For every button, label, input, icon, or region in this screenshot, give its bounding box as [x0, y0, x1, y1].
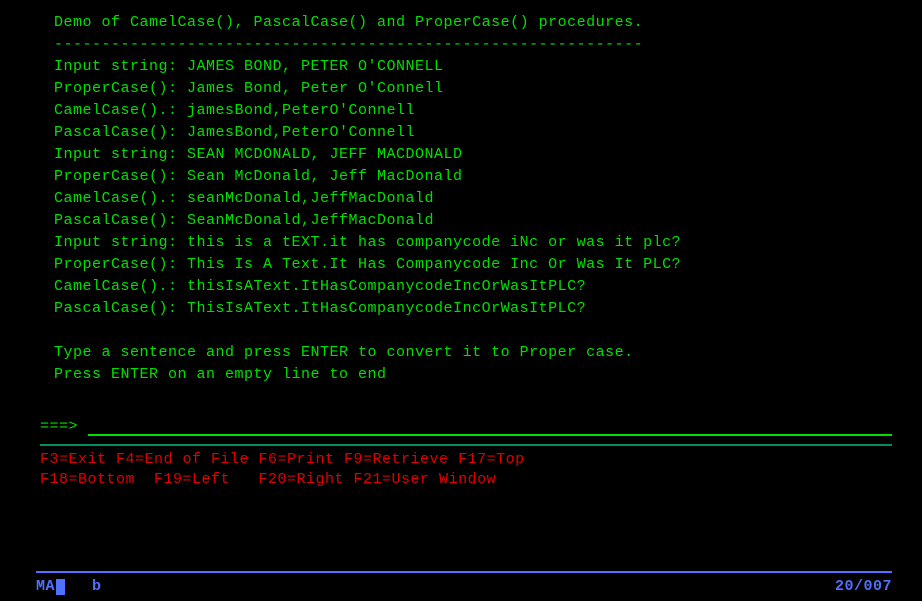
command-input[interactable] — [88, 416, 892, 436]
output-line: Input string: SEAN MCDONALD, JEFF MACDON… — [0, 144, 922, 166]
output-line: CamelCase().: thisIsAText.ItHasCompanyco… — [0, 276, 922, 298]
output-line: CamelCase().: jamesBond,PeterO'Connell — [0, 100, 922, 122]
output-line: Input string: this is a tEXT.it has comp… — [0, 232, 922, 254]
cursor-position: 20/007 — [835, 578, 892, 595]
output-line: ProperCase(): This Is A Text.It Has Comp… — [0, 254, 922, 276]
status-mode-text: MA — [36, 578, 55, 595]
output-line: Input string: JAMES BOND, PETER O'CONNEL… — [0, 56, 922, 78]
cursor-block-icon — [56, 579, 65, 595]
fkey-line: F18=Bottom F19=Left F20=Right F21=User W… — [0, 470, 922, 490]
output-line: PascalCase(): JamesBond,PeterO'Connell — [0, 122, 922, 144]
blank-line — [0, 320, 922, 342]
output-line: CamelCase().: seanMcDonald,JeffMacDonald — [0, 188, 922, 210]
title-line: Demo of CamelCase(), PascalCase() and Pr… — [0, 12, 922, 34]
command-prompt: ===> — [40, 418, 88, 435]
output-area: Demo of CamelCase(), PascalCase() and Pr… — [0, 0, 922, 386]
instruction-line: Type a sentence and press ENTER to conve… — [0, 342, 922, 364]
output-line: ProperCase(): James Bond, Peter O'Connel… — [0, 78, 922, 100]
divider-line: ----------------------------------------… — [0, 34, 922, 56]
terminal-screen: Demo of CamelCase(), PascalCase() and Pr… — [0, 0, 922, 601]
command-row: ===> — [0, 414, 922, 438]
fkey-line: F3=Exit F4=End of File F6=Print F9=Retri… — [0, 450, 922, 470]
status-indicator: b — [92, 578, 102, 595]
status-mode: MA — [36, 578, 66, 595]
output-line: ProperCase(): Sean McDonald, Jeff MacDon… — [0, 166, 922, 188]
instruction-line: Press ENTER on an empty line to end — [0, 364, 922, 386]
separator-line — [40, 444, 892, 446]
output-line: PascalCase(): ThisIsAText.ItHasCompanyco… — [0, 298, 922, 320]
blank-line — [0, 386, 922, 408]
output-line: PascalCase(): SeanMcDonald,JeffMacDonald — [0, 210, 922, 232]
status-bar: MA b 20/007 — [0, 578, 922, 595]
status-separator — [36, 571, 892, 573]
